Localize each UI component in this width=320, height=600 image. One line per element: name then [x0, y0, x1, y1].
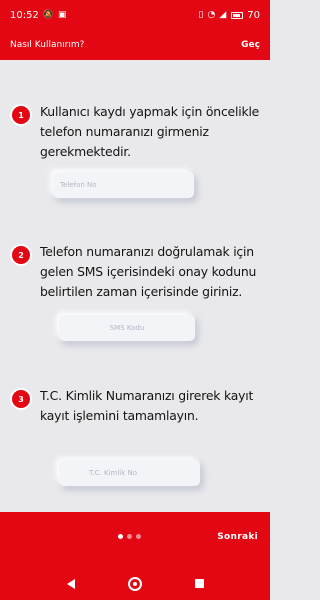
page-title: Nasıl Kullanırım? — [10, 40, 85, 50]
step-number-badge: 3 — [12, 390, 30, 408]
status-time: 10:52 — [10, 9, 39, 21]
skip-button[interactable]: Geç — [241, 40, 260, 50]
app-header: Nasıl Kullanırım? Geç — [0, 30, 270, 60]
bottom-bar: Sonraki — [0, 512, 270, 567]
step-text: T.C. Kimlik Numaranızı girerek kayıt kay… — [40, 388, 254, 423]
onboarding-content: 1 Kullanıcı kaydı yapmak için öncelikle … — [0, 60, 270, 512]
wifi-icon: ◔ — [207, 10, 216, 20]
next-button[interactable]: Sonraki — [217, 532, 258, 542]
vibrate-icon: ▯ — [198, 10, 204, 20]
page-indicator — [118, 534, 141, 539]
battery-level: 70 — [247, 9, 260, 21]
recent-apps-icon[interactable] — [194, 579, 204, 588]
system-nav-bar — [0, 567, 270, 600]
do-not-disturb-icon: 🔕 — [42, 10, 55, 20]
page-dot-active — [118, 534, 123, 539]
back-icon[interactable] — [66, 578, 75, 589]
status-bar: 10:52 🔕 ▣ ▯ ◔ ◢ 70 — [0, 0, 270, 30]
page-dot — [127, 534, 132, 539]
step-number-badge: 2 — [12, 246, 30, 264]
battery-icon — [231, 11, 244, 19]
phone-number-field[interactable]: Telefon No — [53, 172, 194, 198]
signal-icon: ◢ — [219, 10, 227, 20]
screenshot-icon: ▣ — [58, 10, 67, 20]
page-dot — [136, 534, 141, 539]
step-number-badge: 1 — [12, 106, 30, 124]
sms-code-field[interactable]: SMS Kodu — [59, 315, 195, 341]
step-text: Kullanıcı kaydı yapmak için öncelikle te… — [40, 104, 260, 159]
id-number-field[interactable]: T.C. Kimlik No — [59, 460, 200, 486]
step-text: Telefon numaranızı doğrulamak için gelen… — [40, 244, 257, 299]
home-icon[interactable] — [127, 576, 142, 591]
